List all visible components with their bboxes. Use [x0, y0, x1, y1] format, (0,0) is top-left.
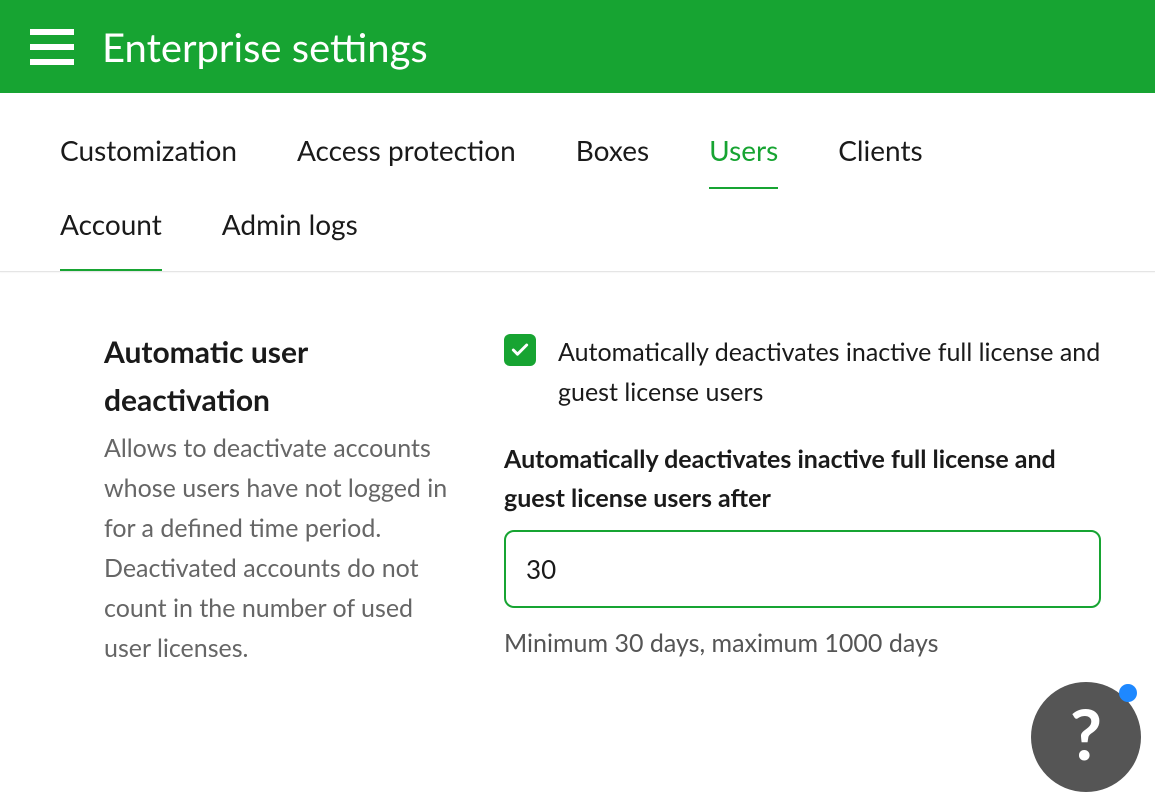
- check-icon: [510, 340, 530, 360]
- days-input-hint: Minimum 30 days, maximum 1000 days: [504, 628, 1101, 658]
- days-field-label: Automatically deactivates inactive full …: [504, 440, 1101, 518]
- tab-boxes[interactable]: Boxes: [576, 133, 649, 189]
- section-description: Allows to deactivate accounts whose user…: [104, 428, 464, 668]
- notification-dot-icon: [1119, 684, 1137, 702]
- section-title: Automatic user deactivation: [104, 328, 464, 424]
- hamburger-menu-icon[interactable]: [30, 29, 74, 65]
- checkbox-label: Automatically deactivates inactive full …: [558, 332, 1101, 412]
- checkbox-row: Automatically deactivates inactive full …: [504, 332, 1101, 412]
- content-area: Automatic user deactivation Allows to de…: [0, 272, 1155, 668]
- tab-admin-logs[interactable]: Admin logs: [222, 207, 358, 271]
- tabs-container: Customization Access protection Boxes Us…: [0, 93, 1155, 272]
- tab-users[interactable]: Users: [709, 133, 778, 189]
- section-info: Automatic user deactivation Allows to de…: [104, 328, 464, 668]
- help-button[interactable]: ?: [1031, 682, 1141, 792]
- tabs-row-secondary: Account Admin logs: [60, 189, 1095, 271]
- tab-clients[interactable]: Clients: [838, 133, 922, 189]
- tab-account[interactable]: Account: [60, 207, 162, 271]
- section-form: Automatically deactivates inactive full …: [504, 328, 1101, 658]
- tab-customization[interactable]: Customization: [60, 133, 237, 189]
- tabs-row-primary: Customization Access protection Boxes Us…: [60, 93, 1095, 189]
- days-input[interactable]: [504, 530, 1101, 608]
- auto-deactivate-checkbox[interactable]: [504, 334, 536, 366]
- question-mark-icon: ?: [1070, 698, 1102, 768]
- app-header: Enterprise settings: [0, 0, 1155, 93]
- tab-access-protection[interactable]: Access protection: [297, 133, 516, 189]
- page-title: Enterprise settings: [102, 23, 428, 71]
